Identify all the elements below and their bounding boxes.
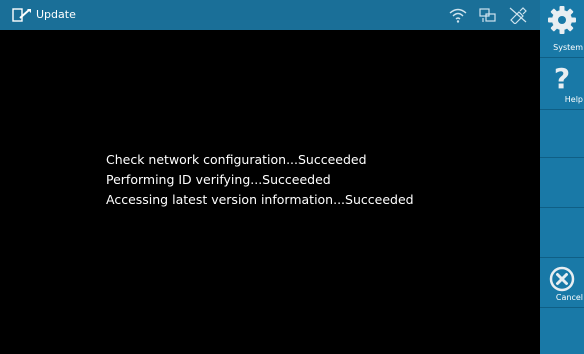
sidebar-empty-button[interactable] xyxy=(540,208,584,258)
help-button[interactable]: ? Help xyxy=(540,58,584,110)
sidebar: System ? Help Cancel xyxy=(540,0,584,354)
main-content: Check network configuration...Succeeded … xyxy=(0,30,540,354)
system-button[interactable]: System xyxy=(540,0,584,58)
update-screen: Update Check network configuration...Suc… xyxy=(0,0,584,354)
cancel-icon xyxy=(549,266,575,292)
log-line: Performing ID verifying...Succeeded xyxy=(106,172,331,187)
help-icon: ? xyxy=(554,62,570,92)
sidebar-empty-button[interactable] xyxy=(540,158,584,208)
wifi-icon xyxy=(449,8,467,23)
cancel-button[interactable]: Cancel xyxy=(540,258,584,308)
gear-icon xyxy=(548,6,576,34)
page-title: Update xyxy=(36,8,76,21)
sidebar-empty-button[interactable] xyxy=(540,110,584,158)
usb-icon xyxy=(509,7,527,24)
svg-text:?: ? xyxy=(554,62,570,92)
update-log: Check network configuration...Succeeded … xyxy=(106,150,414,210)
log-line: Check network configuration...Succeeded xyxy=(106,152,367,167)
log-line: Accessing latest version information...S… xyxy=(106,192,414,207)
cancel-button-label: Cancel xyxy=(555,293,583,302)
title-bar: Update xyxy=(0,0,540,30)
network-connection-icon xyxy=(479,8,496,22)
update-icon xyxy=(12,8,31,22)
sidebar-empty-button[interactable] xyxy=(540,308,584,354)
system-button-label: System xyxy=(553,43,583,52)
help-button-label: Help xyxy=(564,95,583,104)
